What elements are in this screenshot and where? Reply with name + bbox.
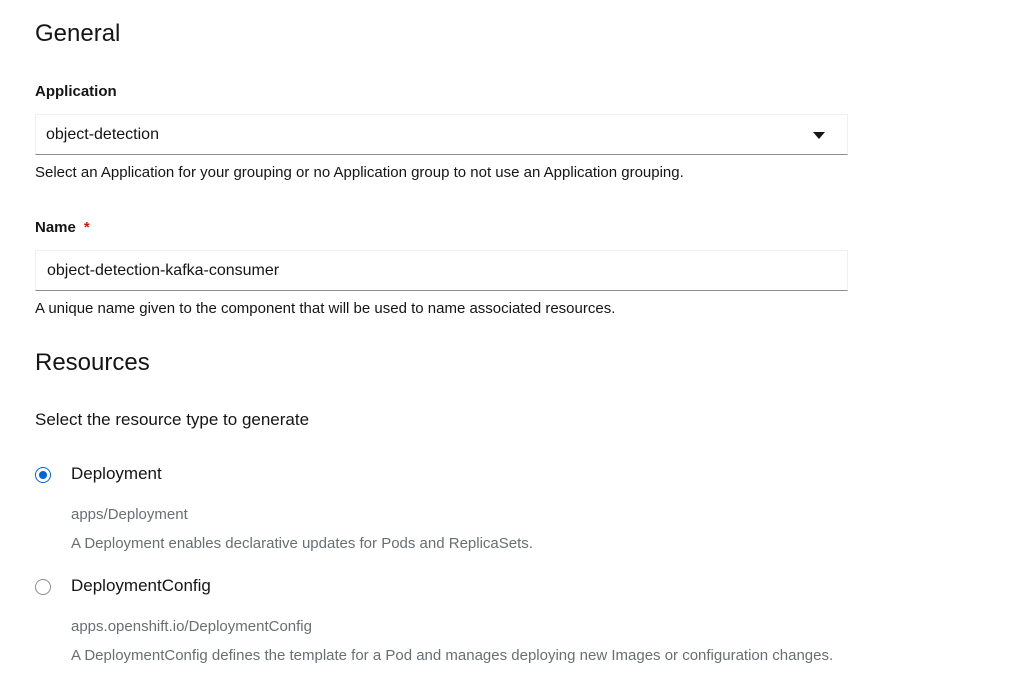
application-select[interactable]: object-detection [35,114,848,155]
general-section-title: General [35,20,121,47]
application-label: Application [35,83,117,100]
resource-type-prompt: Select the resource type to generate [35,410,310,429]
name-label: Name * [35,218,90,238]
resources-section-title: Resources [35,349,150,376]
deploymentconfig-api-version: apps.openshift.io/DeploymentConfig [71,618,312,635]
name-label-text: Name [35,219,76,236]
deployment-radio[interactable] [35,467,51,483]
caret-down-icon [813,132,825,139]
deployment-radio-label[interactable]: Deployment [71,463,162,485]
required-indicator: * [83,219,90,236]
application-helper-text: Select an Application for your grouping … [35,164,684,181]
deploymentconfig-radio-label[interactable]: DeploymentConfig [71,575,211,597]
name-helper-text: A unique name given to the component tha… [35,300,616,317]
application-select-value: object-detection [46,126,159,143]
deploymentconfig-description: A DeploymentConfig defines the template … [71,647,834,664]
name-input[interactable] [35,250,848,291]
deployment-description: A Deployment enables declarative updates… [71,535,533,552]
deployment-api-version: apps/Deployment [71,506,188,523]
deploymentconfig-radio[interactable] [35,579,51,595]
import-form: General Application object-detection Sel… [0,0,1032,693]
